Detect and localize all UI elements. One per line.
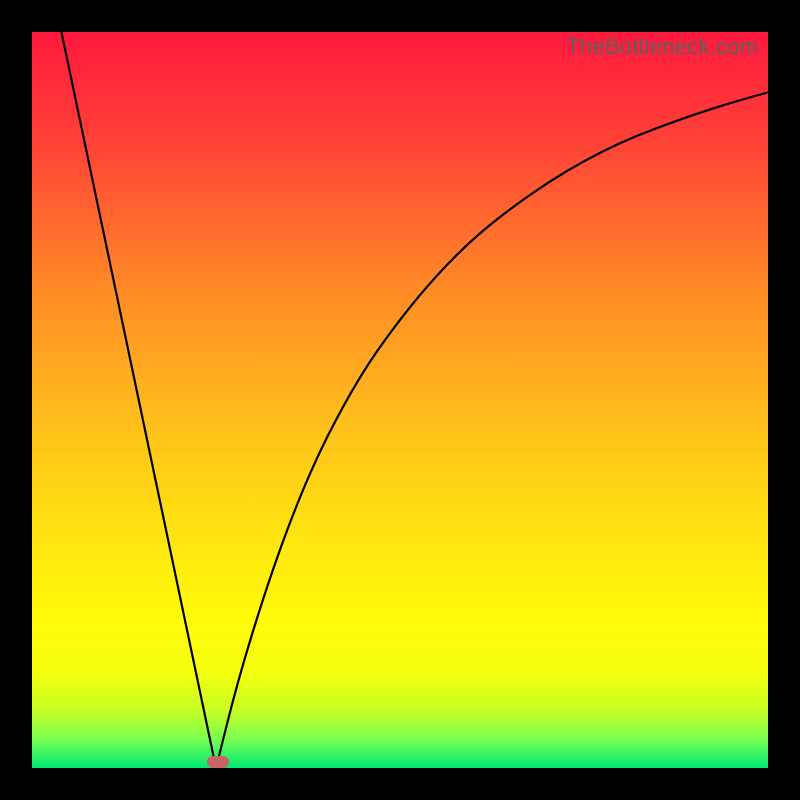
watermark-text: TheBottleneck.com xyxy=(566,34,758,60)
plot-area: TheBottleneck.com xyxy=(32,32,768,768)
chart-frame: TheBottleneck.com xyxy=(0,0,800,800)
bottleneck-curve xyxy=(32,32,768,768)
optimal-point-marker xyxy=(207,756,229,768)
